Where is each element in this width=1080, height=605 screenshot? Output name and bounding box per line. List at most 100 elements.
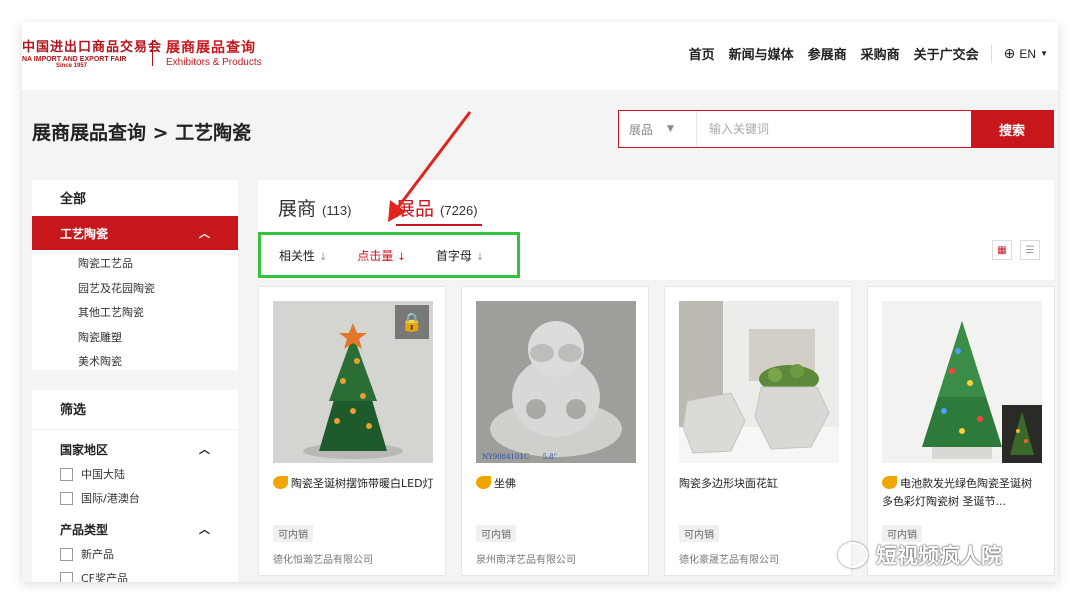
product-image[interactable] xyxy=(882,301,1042,463)
category-all[interactable]: 全部 xyxy=(32,180,238,216)
search-button[interactable]: 搜索 xyxy=(971,111,1053,147)
nav-home[interactable]: 首页 xyxy=(689,44,715,63)
filter-group-region[interactable]: 国家地区 ︿ xyxy=(32,436,238,462)
watermark-text: 短视频疯人院 xyxy=(876,544,1002,568)
nav-about[interactable]: 关于广交会 xyxy=(914,44,979,63)
filter-option[interactable]: CF奖产品 xyxy=(32,566,238,582)
language-switch[interactable]: ⊕ EN ▼ xyxy=(1004,45,1048,62)
subcategory-item[interactable]: 陶瓷雕塑 xyxy=(32,326,238,351)
list-view-icon[interactable]: ☰ xyxy=(1020,240,1040,260)
product-image[interactable]: 🔒 xyxy=(273,301,433,463)
tab-products-label: 展品 xyxy=(396,198,435,220)
tab-products-count: (7226) xyxy=(440,203,478,218)
chevron-up-icon: ︿ xyxy=(199,227,210,240)
subcategory-item[interactable]: 美术陶瓷 xyxy=(32,350,238,375)
search-type-value: 展品 xyxy=(629,122,654,137)
nav-divider xyxy=(990,44,992,63)
cf-award-icon xyxy=(273,476,288,489)
logo-since-text: Since 1957 xyxy=(56,63,88,69)
search-bar: 展品 ▼ 搜索 xyxy=(618,110,1054,148)
product-company[interactable]: 泉州南洋艺品有限公司 xyxy=(476,551,576,566)
results-header: 展商 (113) 展品 (7226) 相关性 ↓ 点击量 ↓ 首字母 ↓ ▦ ☰ xyxy=(258,180,1054,280)
filter-option[interactable]: 国际/港澳台 xyxy=(32,486,238,510)
globe-icon: ⊕ xyxy=(1003,45,1016,61)
sort-clicks[interactable]: 点击量 ↓ xyxy=(357,247,405,264)
checkbox[interactable] xyxy=(60,547,73,561)
filter-option-label: 国际/港澳台 xyxy=(81,492,140,505)
top-nav: 首页 新闻与媒体 参展商 采购商 关于广交会 ⊕ EN ▼ xyxy=(675,44,1048,63)
filter-option[interactable]: 新产品 xyxy=(32,542,238,566)
checkbox[interactable] xyxy=(60,491,73,505)
tab-exhibitors-label: 展商 xyxy=(278,198,317,220)
product-card[interactable]: 陶瓷多边形块面花缸 可内销 德化豪晟艺品有限公司 xyxy=(664,286,852,576)
buddha-statue-image xyxy=(476,301,636,463)
tab-products[interactable]: 展品 (7226) xyxy=(396,194,478,221)
filter-group-label: 产品类型 xyxy=(60,522,109,537)
browser-frame: 中国进出口商品交易会 NA IMPORT AND EXPORT FAIR Sin… xyxy=(22,22,1058,582)
checkbox[interactable] xyxy=(60,467,73,481)
filter-option[interactable]: 中国大陆 xyxy=(32,462,238,486)
language-label: EN xyxy=(1019,46,1037,61)
nav-buyers[interactable]: 采购商 xyxy=(861,44,900,63)
active-tab-underline xyxy=(396,224,482,226)
product-name-row[interactable]: 坐佛 xyxy=(476,475,640,493)
section-title-cn: 展商展品查询 xyxy=(166,40,256,56)
filter-option-label: CF奖产品 xyxy=(81,572,129,582)
product-card[interactable]: 电池款发光绿色陶瓷圣诞树 多色彩灯陶瓷树 圣诞节... 可内销 xyxy=(867,286,1055,576)
search-type-select[interactable]: 展品 ▼ xyxy=(619,111,697,147)
product-name-row[interactable]: 陶瓷多边形块面花缸 xyxy=(679,475,843,493)
site-header: 中国进出口商品交易会 NA IMPORT AND EXPORT FAIR Sin… xyxy=(22,22,1058,90)
product-company[interactable]: 德化豪晟艺品有限公司 xyxy=(679,551,779,566)
watermark: 短视频疯人院 xyxy=(838,540,1002,570)
section-title-en: Exhibitors & Products xyxy=(166,57,262,68)
product-name-row[interactable]: 电池款发光绿色陶瓷圣诞树 多色彩灯陶瓷树 圣诞节... xyxy=(882,475,1046,511)
checkbox[interactable] xyxy=(60,571,73,582)
domestic-sales-badge: 可内销 xyxy=(273,525,313,542)
sort-initial[interactable]: 首字母 ↓ xyxy=(436,247,484,264)
sort-relevance[interactable]: 相关性 ↓ xyxy=(279,247,327,264)
subcategory-item[interactable]: 其他工艺陶瓷 xyxy=(32,301,238,326)
tab-exhibitors[interactable]: 展商 (113) xyxy=(278,194,351,221)
domestic-sales-badge: 可内销 xyxy=(679,525,719,542)
sort-label: 首字母 xyxy=(435,248,472,263)
category-sidebar: 全部 工艺陶瓷 ︿ 陶瓷工艺品 园艺及花园陶瓷 其他工艺陶瓷 陶瓷雕塑 美术陶瓷 xyxy=(32,180,238,370)
filter-title: 筛选 xyxy=(32,390,238,430)
page-title: 展商展品查询 > 工艺陶瓷 xyxy=(32,122,252,144)
arrow-down-icon: ↓ xyxy=(397,251,406,263)
logo-cn-text: 中国进出口商品交易会 xyxy=(22,40,163,55)
filter-group-label: 国家地区 xyxy=(60,442,109,457)
search-input[interactable] xyxy=(697,111,971,147)
category-active-label: 工艺陶瓷 xyxy=(60,226,109,241)
product-company[interactable]: 德化恒瀚艺品有限公司 xyxy=(273,551,373,566)
subcategory-item[interactable]: 园艺及花园陶瓷 xyxy=(32,277,238,302)
product-name: 陶瓷多边形块面花缸 xyxy=(679,477,778,490)
tab-exhibitors-count: (113) xyxy=(322,203,352,218)
arrow-down-icon: ↓ xyxy=(475,251,485,263)
category-active[interactable]: 工艺陶瓷 ︿ xyxy=(32,216,238,250)
subcategory-item[interactable]: 陶瓷工艺品 xyxy=(32,252,238,277)
sort-label: 点击量 xyxy=(357,248,394,263)
sort-label: 相关性 xyxy=(279,248,316,263)
nav-exhibitors[interactable]: 参展商 xyxy=(808,44,847,63)
product-image[interactable]: NY9084101C 5.8" xyxy=(476,301,636,463)
chevron-up-icon: ︿ xyxy=(199,523,210,536)
nav-news-media[interactable]: 新闻与媒体 xyxy=(729,44,794,63)
polygon-planters-image xyxy=(679,301,839,463)
product-image[interactable] xyxy=(679,301,839,463)
domestic-sales-badge: 可内销 xyxy=(476,525,516,542)
product-name-row[interactable]: 陶瓷圣诞树摆饰带暖白LED灯 xyxy=(273,475,437,493)
lock-icon: 🔒 xyxy=(395,305,429,339)
grid-view-icon[interactable]: ▦ xyxy=(992,240,1012,260)
caret-down-icon: ▼ xyxy=(1040,49,1048,58)
chevron-up-icon: ︿ xyxy=(199,443,210,456)
product-card[interactable]: 🔒 陶瓷圣诞树摆饰带暖白LED灯 可内销 德化恒瀚艺品有限公司 xyxy=(258,286,446,576)
product-card[interactable]: NY9084101C 5.8" 坐佛 可内销 泉州南洋艺品有限公司 xyxy=(461,286,649,576)
arrow-down-icon: ↓ xyxy=(319,251,328,263)
lit-ceramic-tree-image xyxy=(882,301,1042,463)
product-name: 陶瓷圣诞树摆饰带暖白LED灯 xyxy=(291,477,434,490)
product-name: 电池款发光绿色陶瓷圣诞树 多色彩灯陶瓷树 圣诞节... xyxy=(882,477,1032,508)
image-caption: NY9084101C 5.8" xyxy=(482,453,557,461)
canton-fair-logo[interactable]: 中国进出口商品交易会 NA IMPORT AND EXPORT FAIR Sin… xyxy=(22,36,163,76)
sort-options-highlight: 相关性 ↓ 点击量 ↓ 首字母 ↓ xyxy=(258,232,520,278)
filter-group-product-type[interactable]: 产品类型 ︿ xyxy=(32,516,238,542)
